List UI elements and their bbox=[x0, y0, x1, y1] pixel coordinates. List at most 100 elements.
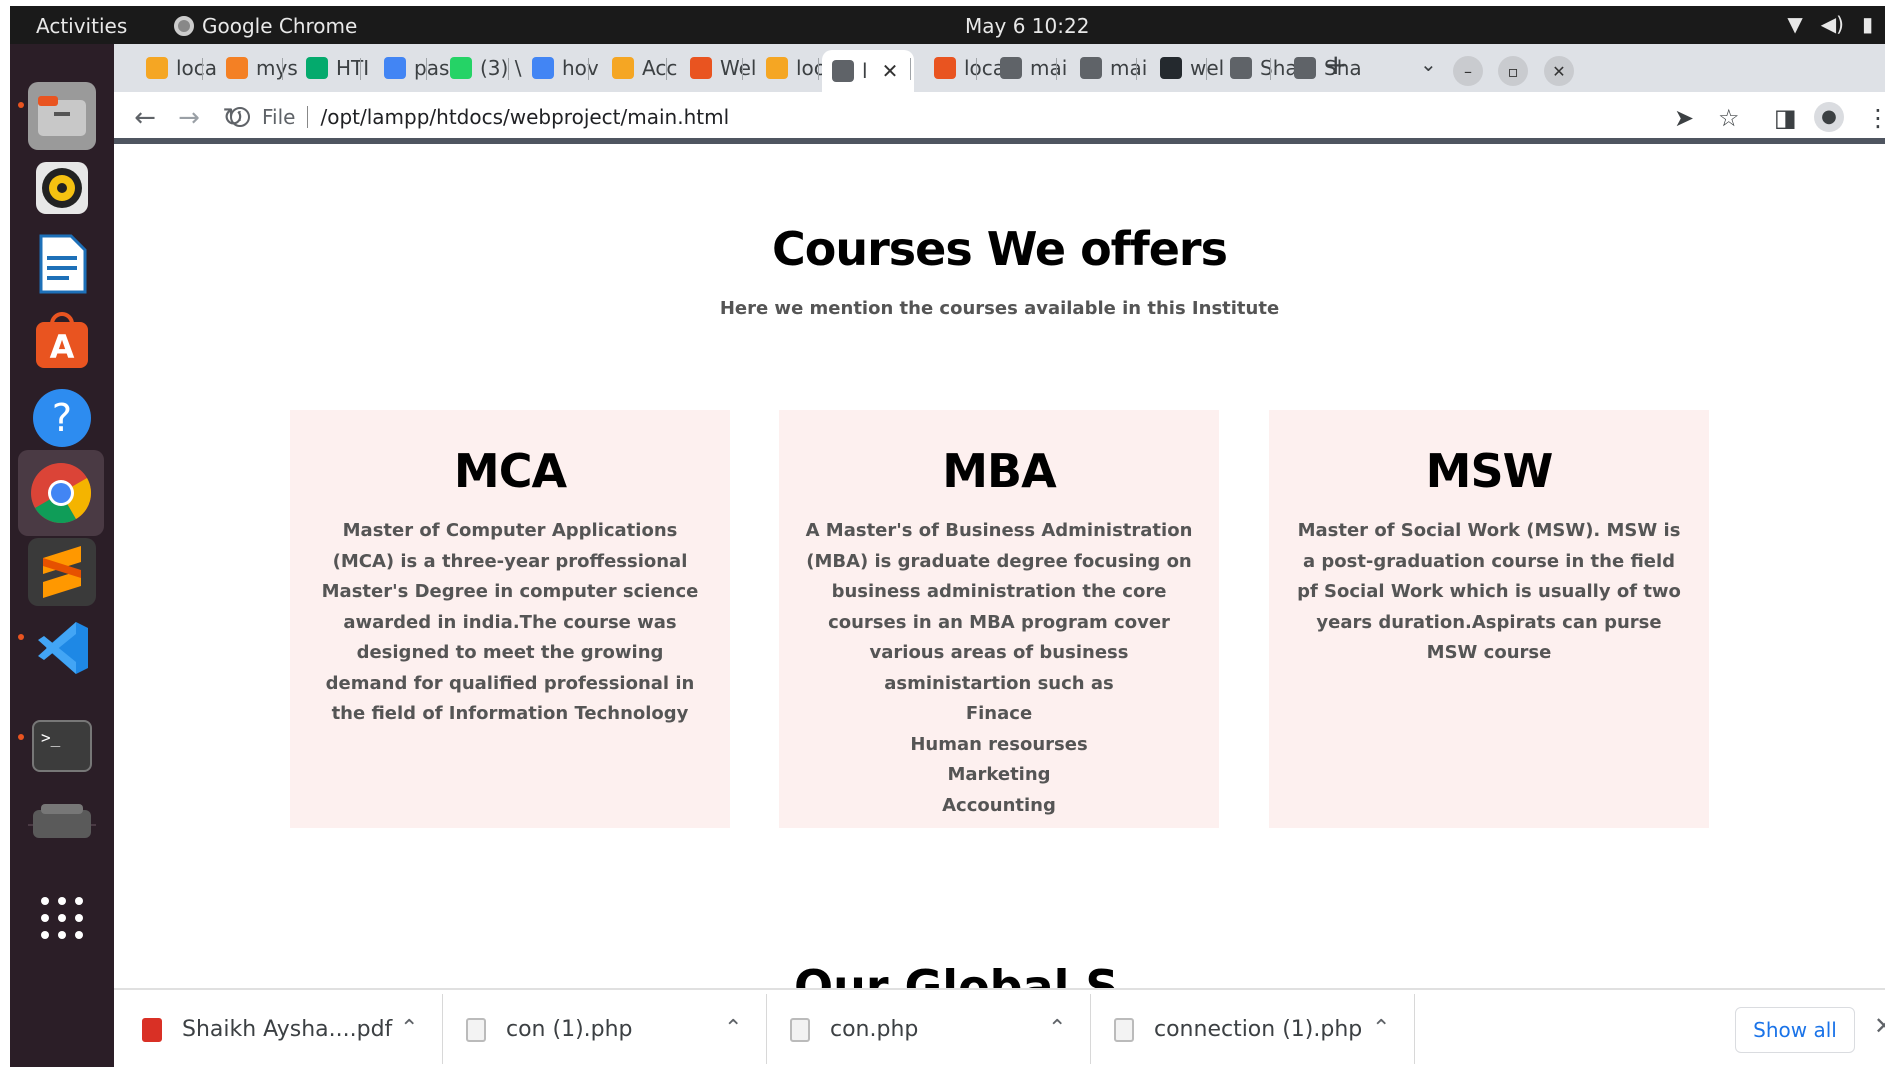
download-separator bbox=[1414, 994, 1415, 1064]
minimize-button[interactable]: – bbox=[1453, 56, 1483, 86]
send-icon[interactable]: ➤ bbox=[1674, 104, 1694, 132]
browser-tab[interactable]: Acc bbox=[592, 50, 677, 86]
chrome-dock-icon[interactable] bbox=[18, 450, 104, 536]
tab-favicon-icon bbox=[306, 57, 328, 79]
bookmark-star-icon[interactable]: ☆ bbox=[1718, 104, 1740, 132]
browser-tab[interactable]: mai bbox=[1060, 50, 1147, 86]
browser-tab[interactable]: hov bbox=[512, 50, 599, 86]
tab-favicon-icon bbox=[612, 57, 634, 79]
svg-text:?: ? bbox=[52, 396, 72, 440]
address-separator bbox=[307, 106, 309, 128]
web-page: Courses We offers Here we mention the co… bbox=[114, 150, 1885, 990]
close-window-button[interactable]: ✕ bbox=[1544, 56, 1574, 86]
course-name: MSW bbox=[1425, 444, 1554, 498]
sublime-s-icon bbox=[43, 546, 81, 598]
volume-icon: ◀) bbox=[1820, 12, 1844, 36]
screen: Activities Google Chrome May 6 10:22 ▼ ◀… bbox=[0, 0, 1885, 1067]
profile-avatar-icon[interactable]: ● bbox=[1814, 102, 1844, 132]
tab-favicon-icon bbox=[1294, 57, 1316, 79]
tab-favicon-icon bbox=[146, 57, 168, 79]
browser-tab[interactable]: loca bbox=[126, 50, 217, 86]
rhythmbox-icon[interactable] bbox=[28, 154, 96, 222]
browser-tab[interactable]: Sha bbox=[1274, 50, 1362, 86]
tab-separator bbox=[818, 58, 819, 80]
browser-tab[interactable]: mys bbox=[206, 50, 298, 86]
clock[interactable]: May 6 10:22 bbox=[965, 14, 1089, 38]
tab-strip: loca mys HTI pas (3) \ hov Acc Wel loca l ✕ loca mai… bbox=[114, 44, 1885, 92]
show-all-downloads-button[interactable]: Show all bbox=[1735, 1007, 1855, 1053]
download-separator bbox=[766, 994, 767, 1064]
files-icon[interactable] bbox=[28, 82, 96, 150]
new-tab-button[interactable]: + bbox=[1324, 48, 1347, 81]
tab-separator bbox=[666, 58, 667, 80]
info-icon[interactable]: i bbox=[230, 107, 250, 127]
page-title: Courses We offers bbox=[772, 222, 1228, 276]
download-item[interactable]: connection (1).php bbox=[1114, 990, 1362, 1067]
tab-separator bbox=[1056, 58, 1057, 80]
tab-separator bbox=[976, 58, 977, 80]
tab-separator bbox=[742, 58, 743, 80]
tab-search-chevron-down-icon[interactable]: ⌄ bbox=[1420, 52, 1437, 76]
php-file-icon bbox=[466, 1017, 486, 1042]
sublime-text-icon[interactable] bbox=[28, 538, 96, 606]
downloads-bar: Shaikh Aysha....pdf ⌃ con (1).php ⌃ con.… bbox=[114, 988, 1885, 1067]
chrome-app-icon bbox=[174, 16, 194, 36]
svg-text:>_: >_ bbox=[41, 728, 61, 747]
download-item[interactable]: con.php bbox=[790, 990, 918, 1067]
help-icon[interactable]: ? bbox=[28, 384, 96, 452]
tab-separator bbox=[1136, 58, 1137, 80]
course-card-msw: MSW Master of Social Work (MSW). MSW is … bbox=[1269, 410, 1709, 828]
download-filename: con (1).php bbox=[506, 1017, 633, 1042]
vscode-icon[interactable] bbox=[28, 614, 96, 682]
activities-button[interactable]: Activities bbox=[36, 14, 127, 38]
vscode-logo-icon bbox=[38, 622, 88, 674]
browser-tab[interactable]: mai bbox=[980, 50, 1067, 86]
app-menu[interactable]: Google Chrome bbox=[174, 14, 357, 38]
tab-favicon-icon bbox=[832, 60, 854, 82]
chevron-up-icon[interactable]: ⌃ bbox=[1048, 1016, 1066, 1041]
tab-separator bbox=[588, 58, 589, 80]
close-downloads-icon[interactable]: ✕ bbox=[1874, 1012, 1885, 1040]
tab-favicon-icon bbox=[766, 57, 788, 79]
libreoffice-writer-icon[interactable] bbox=[28, 230, 96, 298]
download-item[interactable]: Shaikh Aysha....pdf bbox=[142, 990, 392, 1067]
browser-tab[interactable]: HTI bbox=[286, 50, 369, 86]
tab-favicon-icon bbox=[934, 57, 956, 79]
terminal-icon[interactable]: >_ bbox=[28, 712, 96, 780]
tab-separator bbox=[508, 58, 509, 80]
svg-text:A: A bbox=[50, 328, 75, 366]
chevron-up-icon[interactable]: ⌃ bbox=[724, 1016, 742, 1041]
chevron-up-icon[interactable]: ⌃ bbox=[400, 1016, 418, 1041]
tab-favicon-icon bbox=[1000, 57, 1022, 79]
side-panel-icon[interactable]: ◨ bbox=[1774, 104, 1797, 132]
software-center-icon[interactable]: A bbox=[28, 306, 96, 374]
download-item[interactable]: con (1).php bbox=[466, 990, 633, 1067]
course-subitems: Finace Human resourses Marketing Account… bbox=[804, 699, 1194, 821]
document-icon bbox=[39, 234, 87, 294]
course-subitem: Accounting bbox=[942, 794, 1056, 816]
tab-close-icon[interactable]: ✕ bbox=[882, 59, 899, 83]
address-bar[interactable]: i File /opt/lampp/htdocs/webproject/main… bbox=[114, 98, 1574, 136]
url-text[interactable]: /opt/lampp/htdocs/webproject/main.html bbox=[320, 105, 729, 129]
maximize-button[interactable]: ▫ bbox=[1498, 56, 1528, 86]
browser-toolbar: ← → ↻ i File /opt/lampp/htdocs/webprojec… bbox=[114, 92, 1885, 144]
dock: A ? >_ bbox=[10, 44, 114, 1067]
chevron-up-icon[interactable]: ⌃ bbox=[1372, 1016, 1390, 1041]
browser-tab[interactable]: Wel bbox=[670, 50, 756, 86]
drive-icon[interactable] bbox=[28, 786, 96, 854]
course-description: Master of Computer Applications (MCA) is… bbox=[321, 520, 699, 724]
folder-icon bbox=[38, 96, 86, 136]
system-tray[interactable]: ▼ ◀) ▮ bbox=[1787, 12, 1873, 36]
show-applications-button[interactable] bbox=[28, 884, 96, 952]
browser-tab[interactable]: l ✕ bbox=[822, 50, 914, 92]
menu-kebab-icon[interactable]: ⋮ bbox=[1866, 104, 1885, 132]
course-description: A Master's of Business Administration (M… bbox=[805, 520, 1193, 694]
question-mark-icon: ? bbox=[33, 389, 91, 447]
course-subitem: Finace bbox=[965, 703, 1033, 724]
tab-separator bbox=[426, 58, 427, 80]
course-card-mca: MCA Master of Computer Applications (MCA… bbox=[290, 410, 730, 828]
pdf-file-icon bbox=[142, 1017, 162, 1042]
download-filename: Shaikh Aysha....pdf bbox=[182, 1017, 393, 1042]
tab-separator bbox=[910, 58, 911, 80]
download-filename: con.php bbox=[830, 1017, 919, 1042]
